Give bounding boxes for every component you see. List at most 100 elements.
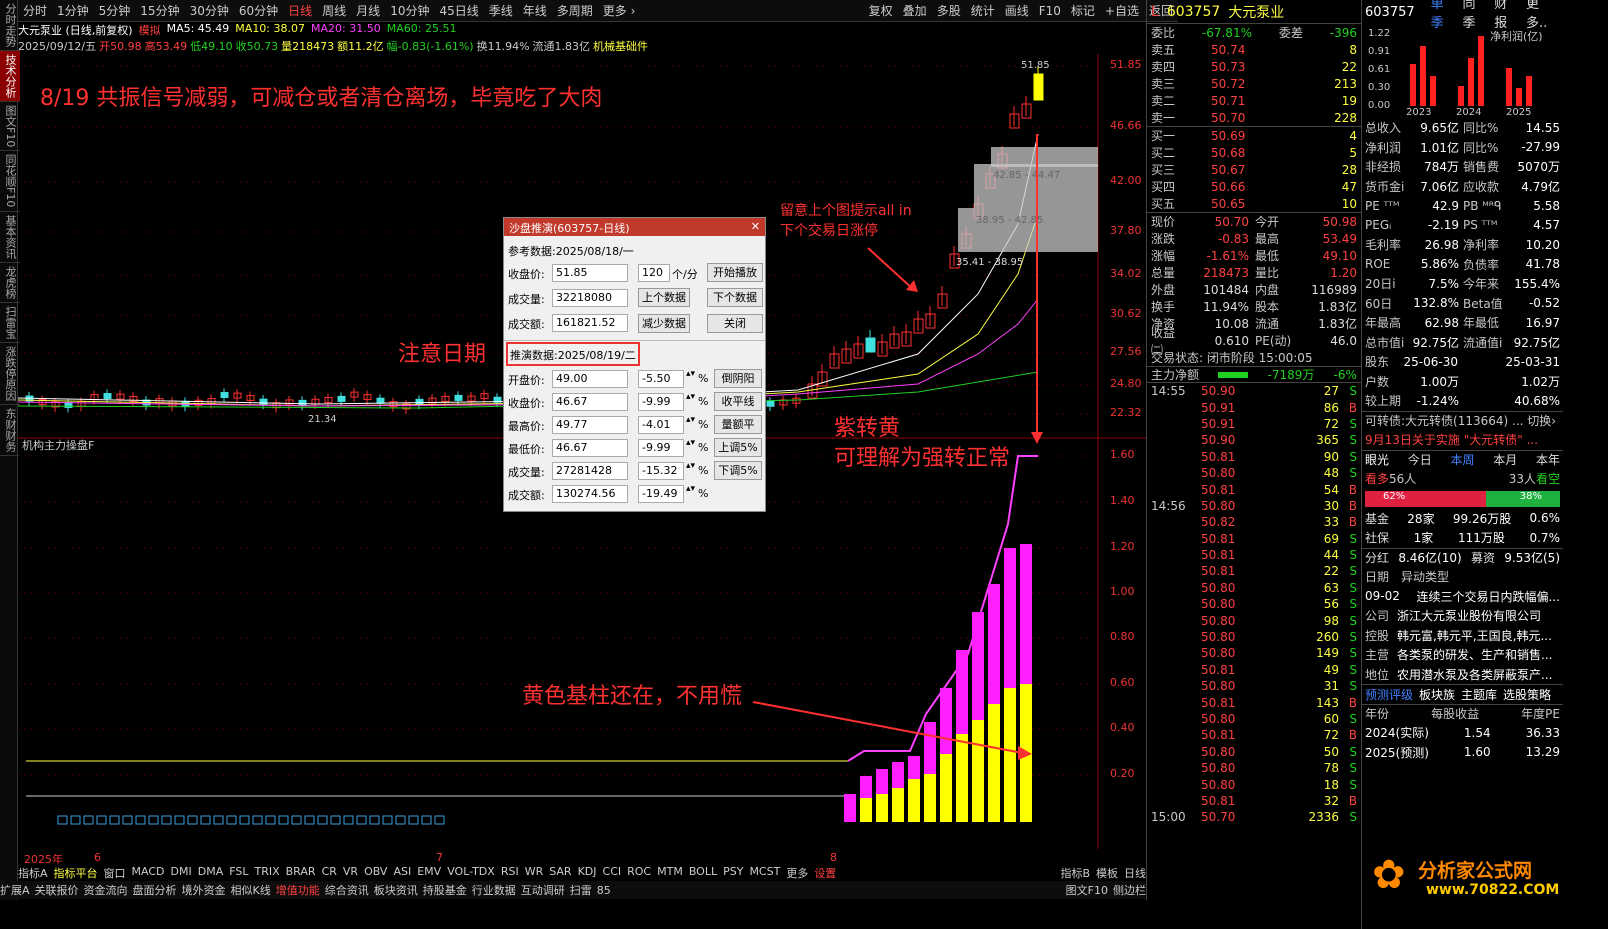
ext-tab-2[interactable]: 资金流向 bbox=[84, 882, 128, 898]
fund-link-3[interactable]: 选股策略 bbox=[1503, 686, 1551, 703]
toolbar-right-7[interactable]: +自选 bbox=[1100, 2, 1144, 19]
sim-value-4[interactable]: 27281428 bbox=[552, 462, 628, 480]
ind-tab-13[interactable]: EMV bbox=[417, 865, 441, 881]
left-tab-3[interactable]: 同花顺F10 bbox=[0, 151, 20, 212]
period-tab-11[interactable]: 季线 bbox=[484, 2, 518, 19]
ind-tab-22[interactable]: BOLL bbox=[689, 865, 717, 881]
sim-button-3[interactable]: 上调5% bbox=[714, 438, 762, 457]
ind-right-1[interactable]: 模板 bbox=[1096, 865, 1118, 881]
sim-pct-2[interactable]: -4.01 bbox=[638, 416, 684, 434]
period-tab-14[interactable]: 更多 › bbox=[598, 2, 641, 19]
left-tab-1[interactable]: 技术分析 bbox=[0, 51, 20, 102]
sim-pct-4[interactable]: -15.32 bbox=[638, 462, 684, 480]
period-tab-9[interactable]: 10分钟 bbox=[385, 2, 434, 19]
ind-tab-20[interactable]: ROC bbox=[627, 865, 651, 881]
left-tab-6[interactable]: 扫雷宝 bbox=[0, 303, 20, 343]
left-tab-7[interactable]: 涨跌停原因 bbox=[0, 343, 20, 405]
ind-tab-24[interactable]: MCST bbox=[749, 865, 780, 881]
next-data-button[interactable]: 下个数据 bbox=[707, 288, 763, 307]
sim-value-2[interactable]: 49.77 bbox=[552, 416, 628, 434]
ind-tab-0[interactable]: 指标A bbox=[18, 865, 48, 881]
eye-tab-3[interactable]: 本年 bbox=[1536, 451, 1560, 468]
period-tab-4[interactable]: 30分钟 bbox=[185, 2, 234, 19]
ind-tab-21[interactable]: MTM bbox=[657, 865, 683, 881]
period-tab-3[interactable]: 15分钟 bbox=[135, 2, 184, 19]
play-button[interactable]: 开始播放 bbox=[707, 263, 763, 282]
ind-tab-11[interactable]: OBV bbox=[364, 865, 387, 881]
ext-tab-13[interactable]: 85 bbox=[597, 884, 611, 897]
ext-tab-10[interactable]: 行业数据 bbox=[472, 882, 516, 898]
reduce-data-button[interactable]: 减少数据 bbox=[638, 314, 690, 333]
ind-tab-25[interactable]: 更多 bbox=[786, 865, 808, 881]
sim-pct-1[interactable]: -9.99 bbox=[638, 393, 684, 411]
sim-value-1[interactable]: 46.67 bbox=[552, 393, 628, 411]
toolbar-right-2[interactable]: 多股 bbox=[932, 2, 966, 19]
ind-tab-5[interactable]: DMA bbox=[198, 865, 224, 881]
ind-tab-9[interactable]: CR bbox=[322, 865, 337, 881]
toolbar-right-5[interactable]: F10 bbox=[1034, 4, 1066, 18]
ind-tab-7[interactable]: TRIX bbox=[254, 865, 279, 881]
sim-pct-5[interactable]: -19.49 bbox=[638, 485, 684, 503]
fund-link-2[interactable]: 主题库 bbox=[1461, 686, 1497, 703]
period-tab-2[interactable]: 5分钟 bbox=[94, 2, 136, 19]
period-tab-0[interactable]: 分时 bbox=[18, 2, 52, 19]
ind-tab-1[interactable]: 指标平台 bbox=[54, 865, 98, 881]
ext-tab-9[interactable]: 持股基金 bbox=[423, 882, 467, 898]
convert-link[interactable]: 可转债:大元转债(113664) ... 切换› bbox=[1365, 412, 1556, 429]
ind-tab-4[interactable]: DMI bbox=[171, 865, 192, 881]
ext-tab-12[interactable]: 扫雷 bbox=[570, 882, 592, 898]
period-tab-13[interactable]: 多周期 bbox=[552, 2, 598, 19]
sim-value-5[interactable]: 130274.56 bbox=[552, 485, 628, 503]
ind-tab-8[interactable]: BRAR bbox=[286, 865, 316, 881]
ind-tab-15[interactable]: RSI bbox=[501, 865, 519, 881]
ext-tab-8[interactable]: 板块资讯 bbox=[374, 882, 418, 898]
ind-tab-17[interactable]: SAR bbox=[549, 865, 571, 881]
ind-right-2[interactable]: 日线 bbox=[1124, 865, 1146, 881]
f10-tab[interactable]: 图文F10 bbox=[1066, 882, 1108, 898]
sim-value-3[interactable]: 46.67 bbox=[552, 439, 628, 457]
ind-tab-16[interactable]: WR bbox=[525, 865, 544, 881]
period-tab-5[interactable]: 60分钟 bbox=[234, 2, 283, 19]
ind-tab-12[interactable]: ASI bbox=[393, 865, 411, 881]
sidebar-tab[interactable]: 侧边栏 bbox=[1113, 882, 1146, 898]
ind-tab-19[interactable]: CCI bbox=[603, 865, 622, 881]
eye-tab-2[interactable]: 本月 bbox=[1493, 451, 1517, 468]
ind-tab-3[interactable]: MACD bbox=[132, 865, 165, 881]
ext-tab-6[interactable]: 增值功能 bbox=[276, 882, 320, 898]
ext-tab-1[interactable]: 关联报价 bbox=[35, 882, 79, 898]
toolbar-right-6[interactable]: 标记 bbox=[1066, 2, 1100, 19]
period-tab-8[interactable]: 月线 bbox=[351, 2, 385, 19]
ext-tab-4[interactable]: 境外资金 bbox=[182, 882, 226, 898]
ind-tab-26[interactable]: 设置 bbox=[814, 865, 836, 881]
ext-tab-11[interactable]: 互动调研 bbox=[521, 882, 565, 898]
ext-tab-3[interactable]: 盘面分析 bbox=[133, 882, 177, 898]
toolbar-right-0[interactable]: 复权 bbox=[864, 2, 898, 19]
period-tab-7[interactable]: 周线 bbox=[317, 2, 351, 19]
ind-tab-2[interactable]: 窗口 bbox=[104, 865, 126, 881]
toolbar-right-1[interactable]: 叠加 bbox=[898, 2, 932, 19]
ind-tab-10[interactable]: VR bbox=[343, 865, 358, 881]
sim-button-1[interactable]: 收平线 bbox=[714, 392, 762, 411]
ind-right-0[interactable]: 指标B bbox=[1060, 865, 1090, 881]
sim-pct-3[interactable]: -9.99 bbox=[638, 439, 684, 457]
ind-tab-23[interactable]: PSY bbox=[723, 865, 743, 881]
period-tab-12[interactable]: 年线 bbox=[518, 2, 552, 19]
ind-tab-6[interactable]: FSL bbox=[229, 865, 248, 881]
ext-tab-5[interactable]: 相似K线 bbox=[231, 882, 271, 898]
left-tab-0[interactable]: 分时走势 bbox=[0, 0, 20, 51]
sim-value-0[interactable]: 49.00 bbox=[552, 370, 628, 388]
sim-button-0[interactable]: 倒阴阳 bbox=[714, 369, 762, 388]
fund-link-1[interactable]: 板块族 bbox=[1419, 686, 1455, 703]
ext-tab-0[interactable]: 扩展A bbox=[0, 882, 30, 898]
notice-link[interactable]: 9月13日关于实施 "大元转债" ... bbox=[1365, 431, 1538, 448]
ext-tab-7[interactable]: 综合资讯 bbox=[325, 882, 369, 898]
left-tab-4[interactable]: 基本资讯 bbox=[0, 212, 20, 263]
left-tab-8[interactable]: 东财财务 bbox=[0, 405, 20, 456]
prev-data-button[interactable]: 上个数据 bbox=[638, 288, 690, 307]
fund-link-0[interactable]: 预测评级 bbox=[1365, 686, 1413, 703]
toolbar-right-3[interactable]: 统计 bbox=[966, 2, 1000, 19]
eye-tab-1[interactable]: 本周 bbox=[1450, 451, 1474, 468]
left-tab-5[interactable]: 龙虎榜 bbox=[0, 263, 20, 303]
period-tab-10[interactable]: 45日线 bbox=[434, 2, 483, 19]
close-icon[interactable]: ✕ bbox=[751, 220, 760, 234]
